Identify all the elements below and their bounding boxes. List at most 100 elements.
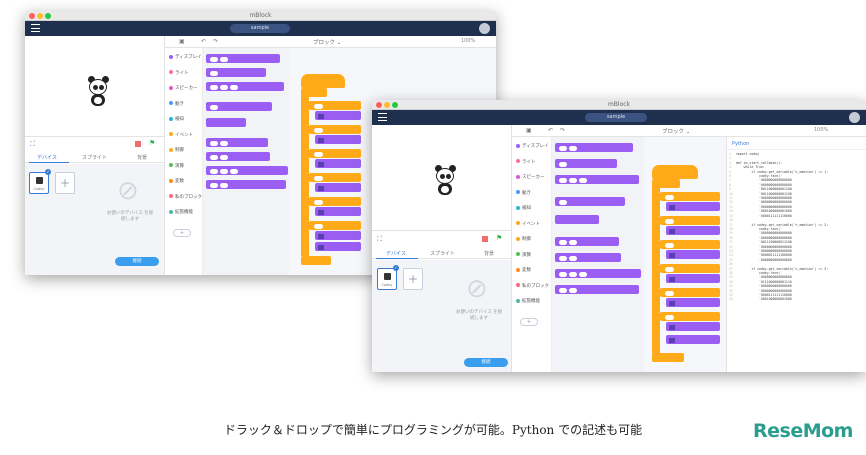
category-7[interactable]: 制御 — [169, 147, 184, 153]
if-block[interactable] — [660, 288, 720, 297]
face-block[interactable] — [315, 183, 361, 192]
category-4[interactable]: 動き — [169, 101, 184, 107]
if-block[interactable] — [309, 173, 361, 182]
stop-icon[interactable] — [135, 141, 141, 147]
category-8[interactable]: 演算 — [169, 163, 184, 169]
palette-block[interactable] — [206, 102, 272, 111]
tab-backdrops[interactable]: 背景 — [484, 249, 494, 259]
category-10[interactable]: 私のブロック — [516, 283, 549, 289]
face-block[interactable] — [315, 111, 361, 120]
fullscreen-icon[interactable]: ⛶ — [377, 235, 382, 244]
tab-sprites[interactable]: スプライト — [82, 153, 107, 163]
category-2[interactable]: ライト — [516, 159, 536, 165]
palette-block[interactable] — [206, 118, 246, 127]
codey-tab-icon[interactable]: ▣ — [526, 127, 532, 134]
category-6[interactable]: イベント — [516, 221, 540, 227]
if-block[interactable] — [309, 197, 361, 206]
face-block[interactable] — [666, 202, 720, 211]
if-block[interactable] — [309, 221, 361, 230]
palette-block[interactable] — [555, 159, 617, 168]
back-script[interactable] — [301, 74, 361, 274]
face-block[interactable] — [666, 226, 720, 235]
codey-tab-icon[interactable]: ▣ — [179, 38, 185, 45]
if-block[interactable] — [660, 216, 720, 225]
menu-icon[interactable] — [31, 24, 40, 32]
face-block[interactable] — [666, 335, 720, 344]
face-block[interactable] — [666, 322, 720, 331]
palette-block[interactable] — [206, 82, 284, 91]
device-card-codey[interactable]: Codey — [377, 268, 397, 290]
if-block[interactable] — [660, 264, 720, 273]
category-5[interactable]: 検知 — [169, 116, 184, 122]
zoom-level[interactable]: 100% — [814, 127, 828, 133]
undo-icon[interactable]: ↶ — [201, 38, 206, 45]
tab-backdrops[interactable]: 背景 — [137, 153, 147, 163]
undo-icon[interactable]: ↶ — [548, 127, 553, 134]
palette-block[interactable] — [555, 253, 621, 262]
palette-block[interactable] — [555, 215, 599, 224]
mode-dropdown[interactable]: ブロック ⌄ — [662, 127, 690, 135]
palette-block[interactable] — [206, 68, 266, 77]
category-6[interactable]: イベント — [169, 132, 193, 138]
palette-block[interactable] — [206, 54, 280, 63]
if-block[interactable] — [660, 312, 720, 321]
if-block[interactable] — [309, 101, 361, 110]
hat-block[interactable] — [301, 74, 345, 88]
category-3[interactable]: スピーカー — [516, 174, 545, 180]
face-block[interactable] — [315, 159, 361, 168]
hat-block[interactable] — [652, 165, 698, 179]
project-name[interactable]: sample — [585, 113, 647, 122]
stop-icon[interactable] — [482, 236, 488, 242]
category-11[interactable]: 拡張機能 — [169, 209, 193, 215]
if-block[interactable] — [660, 240, 720, 249]
category-9[interactable]: 変数 — [516, 267, 531, 273]
add-extension-button[interactable]: + — [173, 228, 191, 237]
category-11[interactable]: 拡張機能 — [516, 298, 540, 304]
redo-icon[interactable]: ↷ — [560, 127, 565, 134]
category-3[interactable]: スピーカー — [169, 85, 198, 91]
palette-block[interactable] — [206, 152, 270, 161]
user-avatar[interactable] — [849, 112, 860, 123]
face-block[interactable] — [315, 135, 361, 144]
device-card-codey[interactable]: Codey — [29, 172, 49, 194]
face-block[interactable] — [315, 231, 361, 240]
palette-block[interactable] — [555, 269, 641, 278]
panda-sprite[interactable] — [434, 165, 458, 197]
palette-block[interactable] — [555, 175, 639, 184]
category-2[interactable]: ライト — [169, 70, 189, 76]
face-block[interactable] — [666, 274, 720, 283]
category-9[interactable]: 変数 — [169, 178, 184, 184]
palette-block[interactable] — [206, 138, 268, 147]
add-device-button[interactable]: + — [403, 268, 423, 290]
if-block[interactable] — [309, 125, 361, 134]
green-flag-icon[interactable]: ⚑ — [149, 139, 155, 147]
category-7[interactable]: 制御 — [516, 236, 531, 242]
palette-block[interactable] — [206, 166, 288, 175]
zoom-level[interactable]: 100% — [461, 38, 475, 44]
add-extension-button[interactable]: + — [520, 317, 538, 326]
green-flag-icon[interactable]: ⚑ — [496, 234, 502, 242]
palette-block[interactable] — [555, 285, 639, 294]
face-block[interactable] — [315, 207, 361, 216]
if-block[interactable] — [309, 149, 361, 158]
face-block[interactable] — [666, 250, 720, 259]
face-block[interactable] — [315, 242, 361, 251]
if-block[interactable] — [660, 192, 720, 201]
category-8[interactable]: 演算 — [516, 252, 531, 258]
user-avatar[interactable] — [479, 23, 490, 34]
tab-sprites[interactable]: スプライト — [430, 249, 455, 259]
mode-dropdown[interactable]: ブロック ⌄ — [313, 38, 341, 46]
palette-block[interactable] — [555, 143, 633, 152]
palette-block[interactable] — [206, 180, 286, 189]
category-1[interactable]: ディスプレイ — [169, 54, 202, 60]
palette-block[interactable] — [555, 197, 625, 206]
category-10[interactable]: 私のブロック — [169, 194, 202, 200]
python-code[interactable]: 1 import codey 2 3 def on_start_callback(): 4… — [729, 152, 828, 302]
redo-icon[interactable]: ↷ — [213, 38, 218, 45]
palette-block[interactable] — [555, 237, 619, 246]
connect-button[interactable]: 接続 — [464, 358, 508, 367]
category-5[interactable]: 検知 — [516, 205, 531, 211]
category-4[interactable]: 動き — [516, 190, 531, 196]
panda-sprite[interactable] — [87, 76, 111, 108]
category-1[interactable]: ディスプレイ — [516, 143, 549, 149]
